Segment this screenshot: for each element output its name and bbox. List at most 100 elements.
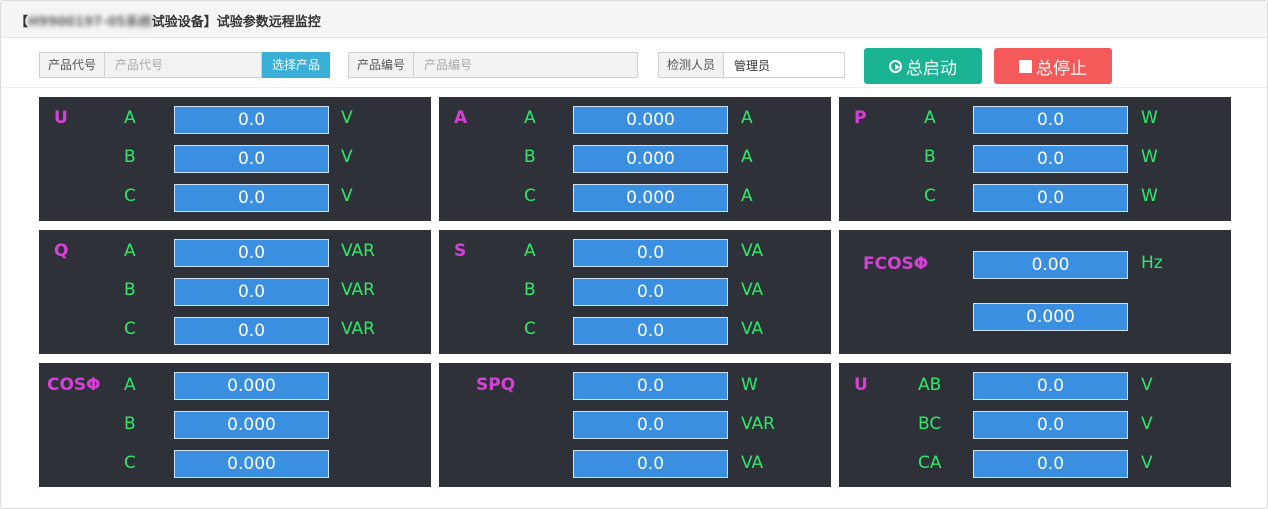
panel-active-power: P A 0.0 W B 0.0 W C 0.0 W	[839, 97, 1231, 221]
value-box: 0.0	[174, 106, 329, 134]
title-bracket: 【	[15, 15, 29, 30]
phase-label: CA	[918, 453, 942, 473]
unit-label: VAR	[341, 319, 375, 339]
value-box: 0.0	[973, 106, 1128, 134]
value-box: 0.0	[973, 411, 1128, 439]
phase-label: C	[924, 186, 936, 206]
unit-label: VA	[741, 453, 764, 473]
play-circle-icon	[889, 59, 902, 73]
phase-label: C	[524, 319, 536, 339]
unit-label: W	[741, 375, 758, 395]
unit-label: VAR	[341, 280, 375, 300]
param-label: U	[854, 375, 868, 395]
panel-voltage: U A 0.0 V B 0.0 V C 0.0 V	[39, 97, 431, 221]
title-bar: 【H9900197-05系统试验设备】试验参数远程监控	[1, 1, 1267, 38]
phase-label: B	[924, 147, 936, 167]
page-title: 【H9900197-05系统试验设备】试验参数远程监控	[15, 11, 321, 30]
value-box: 0.0	[973, 145, 1128, 173]
value-box: 0.0	[174, 239, 329, 267]
unit-label: V	[341, 147, 353, 167]
toolbar: 产品代号 选择产品 产品编号 检测人员 总启动 总停止	[1, 37, 1267, 88]
param-label: Q	[54, 241, 69, 261]
value-box: 0.0	[174, 145, 329, 173]
unit-label: A	[741, 186, 753, 206]
value-box: 0.000	[573, 184, 728, 212]
stop-square-icon	[1019, 59, 1032, 73]
unit-label: V	[341, 186, 353, 206]
phase-label: B	[124, 280, 136, 300]
value-box: 0.000	[573, 106, 728, 134]
value-box: 0.000	[573, 145, 728, 173]
phase-label: B	[124, 147, 136, 167]
value-box: 0.0	[573, 411, 728, 439]
phase-label: C	[124, 453, 136, 473]
value-box: 0.00	[973, 251, 1128, 279]
stop-all-label: 总停止	[1036, 58, 1087, 79]
select-product-button[interactable]: 选择产品	[262, 52, 331, 78]
panel-apparent-power: S A 0.0 VA B 0.0 VA C 0.0 VA	[439, 230, 831, 354]
phase-label: C	[524, 186, 536, 206]
inspector-input[interactable]	[724, 52, 846, 78]
phase-label: BC	[918, 414, 942, 434]
unit-label: W	[1141, 147, 1158, 167]
panel-line-voltage: U AB 0.0 V BC 0.0 V CA 0.0 V	[839, 363, 1231, 487]
monitor-window: 【H9900197-05系统试验设备】试验参数远程监控 产品代号 选择产品 产品…	[0, 0, 1268, 509]
unit-label: V	[1141, 453, 1153, 473]
unit-label: Hz	[1141, 253, 1163, 273]
product-number-input[interactable]	[414, 52, 639, 78]
inspector-label: 检测人员	[658, 52, 725, 78]
value-box: 0.0	[573, 278, 728, 306]
product-number-group: 产品编号	[348, 52, 639, 78]
phase-label: A	[524, 241, 536, 261]
param-label: U	[54, 108, 68, 128]
value-box: 0.0	[174, 278, 329, 306]
unit-label: VA	[741, 241, 764, 261]
phase-label: B	[524, 280, 536, 300]
phase-label: C	[124, 319, 136, 339]
phase-label: A	[524, 108, 536, 128]
unit-label: VA	[741, 280, 764, 300]
value-box: 0.0	[573, 239, 728, 267]
unit-label: V	[1141, 375, 1153, 395]
param-label: P	[854, 108, 867, 128]
value-box: 0.0	[573, 317, 728, 345]
phase-label: AB	[918, 375, 942, 395]
param-label: S	[454, 241, 467, 261]
unit-label: A	[741, 147, 753, 167]
phase-label: A	[924, 108, 936, 128]
phase-label: B	[124, 414, 136, 434]
title-text: 试验设备】试验参数远程监控	[151, 15, 321, 30]
product-number-label: 产品编号	[348, 52, 415, 78]
product-code-input[interactable]	[105, 52, 263, 78]
inspector-group: 检测人员	[658, 52, 846, 78]
value-box: 0.0	[573, 450, 728, 478]
param-label: COSΦ	[47, 375, 101, 395]
phase-label: A	[124, 108, 136, 128]
phase-label: C	[124, 186, 136, 206]
param-label: A	[454, 108, 468, 128]
phase-label: B	[524, 147, 536, 167]
unit-label: V	[341, 108, 353, 128]
value-box: 0.0	[973, 372, 1128, 400]
param-label: FCOSΦ	[863, 254, 929, 274]
value-box: 0.0	[973, 450, 1128, 478]
unit-label: W	[1141, 108, 1158, 128]
product-code-label: 产品代号	[39, 52, 106, 78]
panel-reactive-power: Q A 0.0 VAR B 0.0 VAR C 0.0 VAR	[39, 230, 431, 354]
unit-label: A	[741, 108, 753, 128]
param-label: SPQ	[476, 375, 516, 395]
value-box: 0.0	[573, 372, 728, 400]
panel-current: A A 0.000 A B 0.000 A C 0.000 A	[439, 97, 831, 221]
value-box: 0.0	[174, 184, 329, 212]
panel-frequency-cos: FCOSΦ 0.00 Hz 0.000	[839, 230, 1231, 354]
value-box: 0.000	[174, 450, 329, 478]
stop-all-button[interactable]: 总停止	[994, 48, 1112, 84]
product-code-group: 产品代号 选择产品	[39, 52, 331, 78]
panel-spq: SPQ 0.0 W 0.0 VAR 0.0 VA	[439, 363, 831, 487]
unit-label: VA	[741, 319, 764, 339]
value-box: 0.000	[174, 411, 329, 439]
unit-label: W	[1141, 186, 1158, 206]
start-all-label: 总启动	[906, 58, 957, 79]
phase-label: A	[124, 241, 136, 261]
start-all-button[interactable]: 总启动	[864, 48, 982, 84]
